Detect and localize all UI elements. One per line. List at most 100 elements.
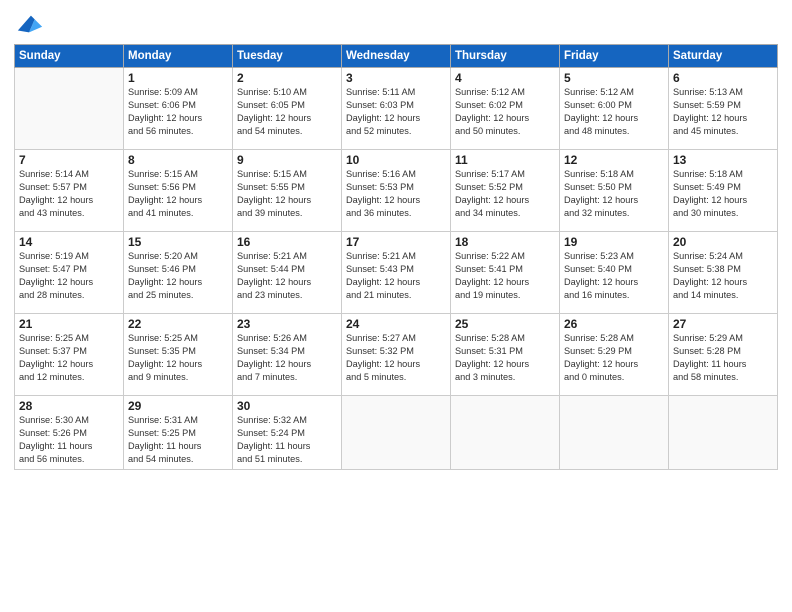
day-number: 22	[128, 317, 228, 331]
calendar-cell: 26Sunrise: 5:28 AM Sunset: 5:29 PM Dayli…	[560, 314, 669, 396]
day-info: Sunrise: 5:24 AM Sunset: 5:38 PM Dayligh…	[673, 250, 773, 302]
calendar-cell: 13Sunrise: 5:18 AM Sunset: 5:49 PM Dayli…	[669, 150, 778, 232]
day-info: Sunrise: 5:29 AM Sunset: 5:28 PM Dayligh…	[673, 332, 773, 384]
weekday-header-friday: Friday	[560, 45, 669, 68]
day-number: 18	[455, 235, 555, 249]
day-info: Sunrise: 5:16 AM Sunset: 5:53 PM Dayligh…	[346, 168, 446, 220]
calendar-cell: 27Sunrise: 5:29 AM Sunset: 5:28 PM Dayli…	[669, 314, 778, 396]
day-info: Sunrise: 5:19 AM Sunset: 5:47 PM Dayligh…	[19, 250, 119, 302]
calendar-cell: 20Sunrise: 5:24 AM Sunset: 5:38 PM Dayli…	[669, 232, 778, 314]
calendar-cell: 18Sunrise: 5:22 AM Sunset: 5:41 PM Dayli…	[451, 232, 560, 314]
calendar-table: SundayMondayTuesdayWednesdayThursdayFrid…	[14, 44, 778, 470]
day-number: 26	[564, 317, 664, 331]
calendar-cell: 30Sunrise: 5:32 AM Sunset: 5:24 PM Dayli…	[233, 396, 342, 470]
day-info: Sunrise: 5:25 AM Sunset: 5:35 PM Dayligh…	[128, 332, 228, 384]
day-number: 9	[237, 153, 337, 167]
day-number: 5	[564, 71, 664, 85]
calendar-cell: 24Sunrise: 5:27 AM Sunset: 5:32 PM Dayli…	[342, 314, 451, 396]
day-number: 3	[346, 71, 446, 85]
page-header	[14, 10, 778, 38]
calendar-week-5: 28Sunrise: 5:30 AM Sunset: 5:26 PM Dayli…	[15, 396, 778, 470]
weekday-header-thursday: Thursday	[451, 45, 560, 68]
logo-icon	[16, 10, 44, 38]
day-number: 4	[455, 71, 555, 85]
calendar-cell: 22Sunrise: 5:25 AM Sunset: 5:35 PM Dayli…	[124, 314, 233, 396]
day-number: 21	[19, 317, 119, 331]
day-info: Sunrise: 5:12 AM Sunset: 6:02 PM Dayligh…	[455, 86, 555, 138]
day-info: Sunrise: 5:10 AM Sunset: 6:05 PM Dayligh…	[237, 86, 337, 138]
calendar-cell	[560, 396, 669, 470]
weekday-header-monday: Monday	[124, 45, 233, 68]
day-info: Sunrise: 5:11 AM Sunset: 6:03 PM Dayligh…	[346, 86, 446, 138]
calendar-cell: 3Sunrise: 5:11 AM Sunset: 6:03 PM Daylig…	[342, 68, 451, 150]
calendar-cell: 2Sunrise: 5:10 AM Sunset: 6:05 PM Daylig…	[233, 68, 342, 150]
weekday-header-wednesday: Wednesday	[342, 45, 451, 68]
calendar-cell: 21Sunrise: 5:25 AM Sunset: 5:37 PM Dayli…	[15, 314, 124, 396]
weekday-header-sunday: Sunday	[15, 45, 124, 68]
day-info: Sunrise: 5:18 AM Sunset: 5:50 PM Dayligh…	[564, 168, 664, 220]
day-info: Sunrise: 5:15 AM Sunset: 5:55 PM Dayligh…	[237, 168, 337, 220]
calendar-cell: 8Sunrise: 5:15 AM Sunset: 5:56 PM Daylig…	[124, 150, 233, 232]
day-info: Sunrise: 5:26 AM Sunset: 5:34 PM Dayligh…	[237, 332, 337, 384]
day-info: Sunrise: 5:23 AM Sunset: 5:40 PM Dayligh…	[564, 250, 664, 302]
calendar-cell	[669, 396, 778, 470]
day-number: 11	[455, 153, 555, 167]
calendar-cell: 16Sunrise: 5:21 AM Sunset: 5:44 PM Dayli…	[233, 232, 342, 314]
weekday-header-row: SundayMondayTuesdayWednesdayThursdayFrid…	[15, 45, 778, 68]
calendar-cell: 7Sunrise: 5:14 AM Sunset: 5:57 PM Daylig…	[15, 150, 124, 232]
calendar-cell	[342, 396, 451, 470]
weekday-header-tuesday: Tuesday	[233, 45, 342, 68]
calendar-cell: 10Sunrise: 5:16 AM Sunset: 5:53 PM Dayli…	[342, 150, 451, 232]
day-number: 25	[455, 317, 555, 331]
calendar-cell: 11Sunrise: 5:17 AM Sunset: 5:52 PM Dayli…	[451, 150, 560, 232]
calendar-cell: 29Sunrise: 5:31 AM Sunset: 5:25 PM Dayli…	[124, 396, 233, 470]
calendar-cell: 12Sunrise: 5:18 AM Sunset: 5:50 PM Dayli…	[560, 150, 669, 232]
day-number: 20	[673, 235, 773, 249]
day-number: 15	[128, 235, 228, 249]
day-number: 19	[564, 235, 664, 249]
calendar-cell: 15Sunrise: 5:20 AM Sunset: 5:46 PM Dayli…	[124, 232, 233, 314]
day-number: 12	[564, 153, 664, 167]
weekday-header-saturday: Saturday	[669, 45, 778, 68]
calendar-week-1: 1Sunrise: 5:09 AM Sunset: 6:06 PM Daylig…	[15, 68, 778, 150]
day-number: 24	[346, 317, 446, 331]
day-info: Sunrise: 5:30 AM Sunset: 5:26 PM Dayligh…	[19, 414, 119, 466]
day-info: Sunrise: 5:21 AM Sunset: 5:43 PM Dayligh…	[346, 250, 446, 302]
day-number: 7	[19, 153, 119, 167]
calendar-week-3: 14Sunrise: 5:19 AM Sunset: 5:47 PM Dayli…	[15, 232, 778, 314]
calendar-cell	[451, 396, 560, 470]
day-info: Sunrise: 5:18 AM Sunset: 5:49 PM Dayligh…	[673, 168, 773, 220]
day-number: 1	[128, 71, 228, 85]
calendar-cell: 28Sunrise: 5:30 AM Sunset: 5:26 PM Dayli…	[15, 396, 124, 470]
day-number: 17	[346, 235, 446, 249]
calendar-week-2: 7Sunrise: 5:14 AM Sunset: 5:57 PM Daylig…	[15, 150, 778, 232]
calendar-cell: 4Sunrise: 5:12 AM Sunset: 6:02 PM Daylig…	[451, 68, 560, 150]
calendar-cell: 5Sunrise: 5:12 AM Sunset: 6:00 PM Daylig…	[560, 68, 669, 150]
day-number: 23	[237, 317, 337, 331]
day-info: Sunrise: 5:32 AM Sunset: 5:24 PM Dayligh…	[237, 414, 337, 466]
calendar-cell: 17Sunrise: 5:21 AM Sunset: 5:43 PM Dayli…	[342, 232, 451, 314]
day-number: 8	[128, 153, 228, 167]
day-number: 14	[19, 235, 119, 249]
day-number: 27	[673, 317, 773, 331]
day-info: Sunrise: 5:12 AM Sunset: 6:00 PM Dayligh…	[564, 86, 664, 138]
day-info: Sunrise: 5:21 AM Sunset: 5:44 PM Dayligh…	[237, 250, 337, 302]
calendar-cell: 23Sunrise: 5:26 AM Sunset: 5:34 PM Dayli…	[233, 314, 342, 396]
day-number: 29	[128, 399, 228, 413]
day-info: Sunrise: 5:22 AM Sunset: 5:41 PM Dayligh…	[455, 250, 555, 302]
day-info: Sunrise: 5:17 AM Sunset: 5:52 PM Dayligh…	[455, 168, 555, 220]
day-info: Sunrise: 5:27 AM Sunset: 5:32 PM Dayligh…	[346, 332, 446, 384]
day-number: 13	[673, 153, 773, 167]
calendar-cell: 19Sunrise: 5:23 AM Sunset: 5:40 PM Dayli…	[560, 232, 669, 314]
calendar-week-4: 21Sunrise: 5:25 AM Sunset: 5:37 PM Dayli…	[15, 314, 778, 396]
day-number: 10	[346, 153, 446, 167]
day-info: Sunrise: 5:20 AM Sunset: 5:46 PM Dayligh…	[128, 250, 228, 302]
calendar-cell	[15, 68, 124, 150]
day-number: 6	[673, 71, 773, 85]
calendar-cell: 1Sunrise: 5:09 AM Sunset: 6:06 PM Daylig…	[124, 68, 233, 150]
calendar-cell: 6Sunrise: 5:13 AM Sunset: 5:59 PM Daylig…	[669, 68, 778, 150]
day-info: Sunrise: 5:14 AM Sunset: 5:57 PM Dayligh…	[19, 168, 119, 220]
day-info: Sunrise: 5:09 AM Sunset: 6:06 PM Dayligh…	[128, 86, 228, 138]
day-info: Sunrise: 5:13 AM Sunset: 5:59 PM Dayligh…	[673, 86, 773, 138]
day-info: Sunrise: 5:28 AM Sunset: 5:31 PM Dayligh…	[455, 332, 555, 384]
